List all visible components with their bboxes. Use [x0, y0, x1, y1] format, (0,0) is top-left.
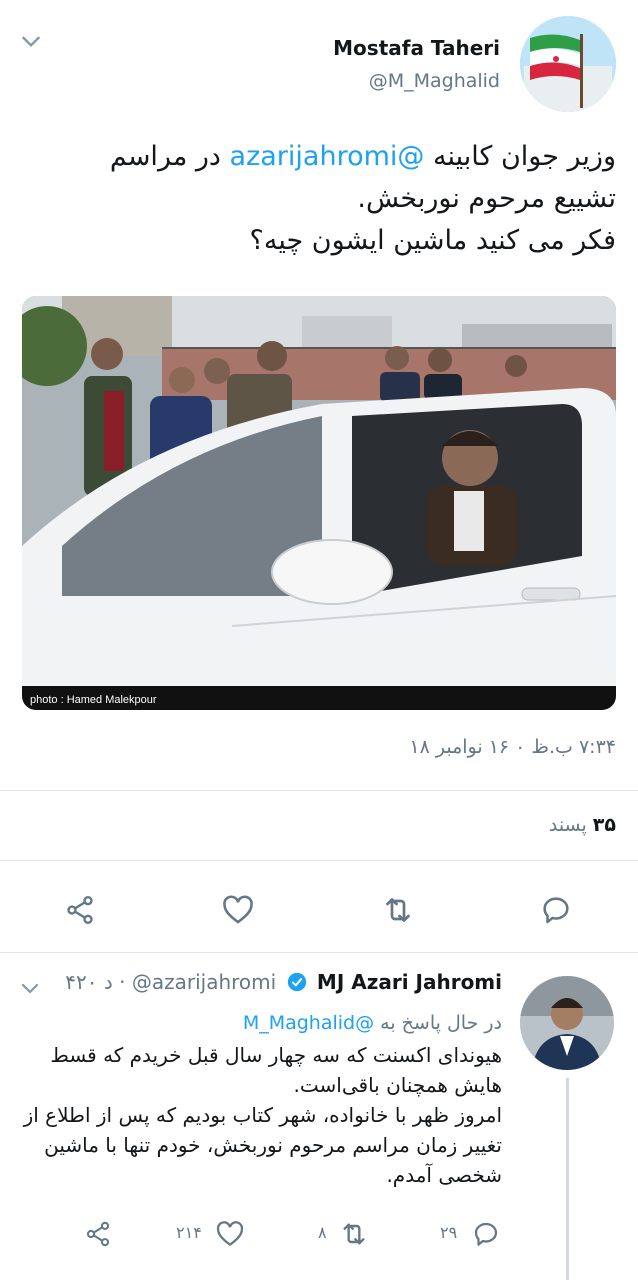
tweet-text-line2: تشییع مرحوم نوربخش.	[357, 183, 616, 214]
divider	[0, 952, 638, 953]
author-name[interactable]: Mostafa Taheri	[333, 36, 500, 60]
tweet-text-prefix: وزیر جوان کابینه	[433, 141, 616, 172]
reply-count: ۲۹	[440, 1223, 458, 1242]
chevron-down-icon[interactable]	[18, 28, 44, 54]
mention-link[interactable]: @azarijahromi	[230, 141, 425, 172]
replying-to-handle[interactable]: @M_Maghalid	[243, 1012, 374, 1034]
reply-text: هیوندای اکسنت که سه چهار سال قبل خریدم ک…	[23, 1043, 502, 1187]
like-count: ۲۱۴	[176, 1223, 202, 1242]
reply-time[interactable]: ۴۲۰ د	[65, 970, 113, 994]
chevron-down-icon[interactable]	[18, 976, 42, 1000]
tweet-text-line3: فکر می کنید ماشین ایشون چیه؟	[249, 225, 616, 256]
likes-count: ۳۵	[592, 814, 616, 836]
divider	[0, 860, 638, 861]
avatar[interactable]	[520, 976, 614, 1070]
verified-icon	[287, 972, 307, 997]
photo-credit: photo : Hamed Malekpour	[30, 694, 157, 706]
replying-to-label: در حال پاسخ به	[380, 1012, 502, 1034]
reply-header: ۴۲۰ د · @azarijahromi MJ Azari Jahromi	[65, 970, 502, 997]
reply-icon[interactable]	[536, 890, 576, 930]
author-handle[interactable]: @M_Maghalid	[369, 70, 500, 92]
likes-label: پسند	[548, 814, 587, 836]
tweet-text-suffix: در مراسم	[109, 141, 221, 172]
heart-icon[interactable]	[210, 1214, 250, 1254]
reply-author-name[interactable]: MJ Azari Jahromi	[317, 970, 502, 994]
retweet-icon[interactable]	[334, 1214, 374, 1254]
retweet-count: ۸	[318, 1223, 327, 1242]
retweet-icon[interactable]	[378, 890, 418, 930]
likes-row[interactable]: ۳۵پسند	[549, 814, 616, 836]
replying-to: در حال پاسخ به @M_Maghalid	[243, 1012, 502, 1034]
heart-icon[interactable]	[218, 890, 258, 930]
thread-line	[566, 1078, 569, 1280]
reply-icon[interactable]	[466, 1214, 506, 1254]
reply-handle[interactable]: @azarijahromi	[132, 970, 276, 994]
tweet-timestamp[interactable]: ۷:۳۴ ب.ظ ۰ ۱۶ نوامبر ۱۸	[409, 736, 616, 758]
avatar[interactable]	[520, 16, 616, 112]
tweet-text: وزیر جوان کابینه @azarijahromi در مراسم …	[36, 136, 616, 262]
divider	[0, 790, 638, 791]
share-icon[interactable]	[60, 890, 100, 930]
share-icon[interactable]	[78, 1214, 118, 1254]
tweet-photo[interactable]: photo : Hamed Malekpour	[22, 296, 616, 710]
